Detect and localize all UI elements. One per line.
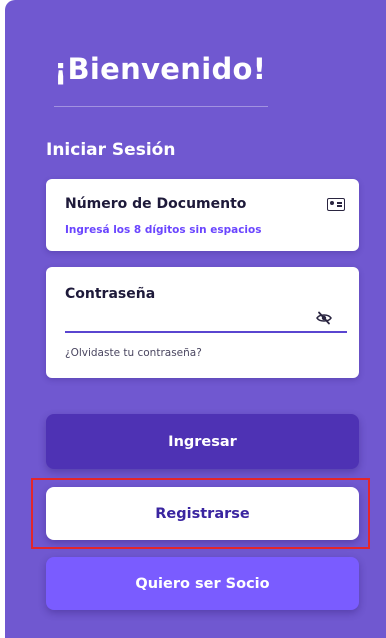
document-label: Número de Documento	[65, 196, 247, 212]
welcome-title: ¡Bienvenido!	[54, 52, 267, 86]
password-label: Contraseña	[65, 286, 156, 302]
password-input[interactable]	[65, 307, 305, 327]
document-field[interactable]: Número de Documento Ingresá los 8 dígito…	[46, 179, 359, 251]
login-button[interactable]: Ingresar	[46, 414, 359, 469]
forgot-password-link[interactable]: ¿Olvidaste tu contraseña?	[65, 347, 202, 359]
eye-slash-icon[interactable]	[316, 311, 332, 325]
login-page: ¡Bienvenido! Iniciar Sesión Número de Do…	[0, 0, 386, 638]
password-field: Contraseña ¿Olvidaste tu contraseña?	[46, 267, 359, 378]
login-section-title: Iniciar Sesión	[46, 140, 176, 160]
become-member-button[interactable]: Quiero ser Socio	[46, 557, 359, 610]
id-card-icon	[327, 198, 345, 211]
title-divider	[54, 106, 268, 107]
document-hint: Ingresá los 8 dígitos sin espacios	[65, 224, 262, 236]
password-underline	[65, 331, 347, 333]
register-button[interactable]: Registrarse	[46, 487, 359, 540]
